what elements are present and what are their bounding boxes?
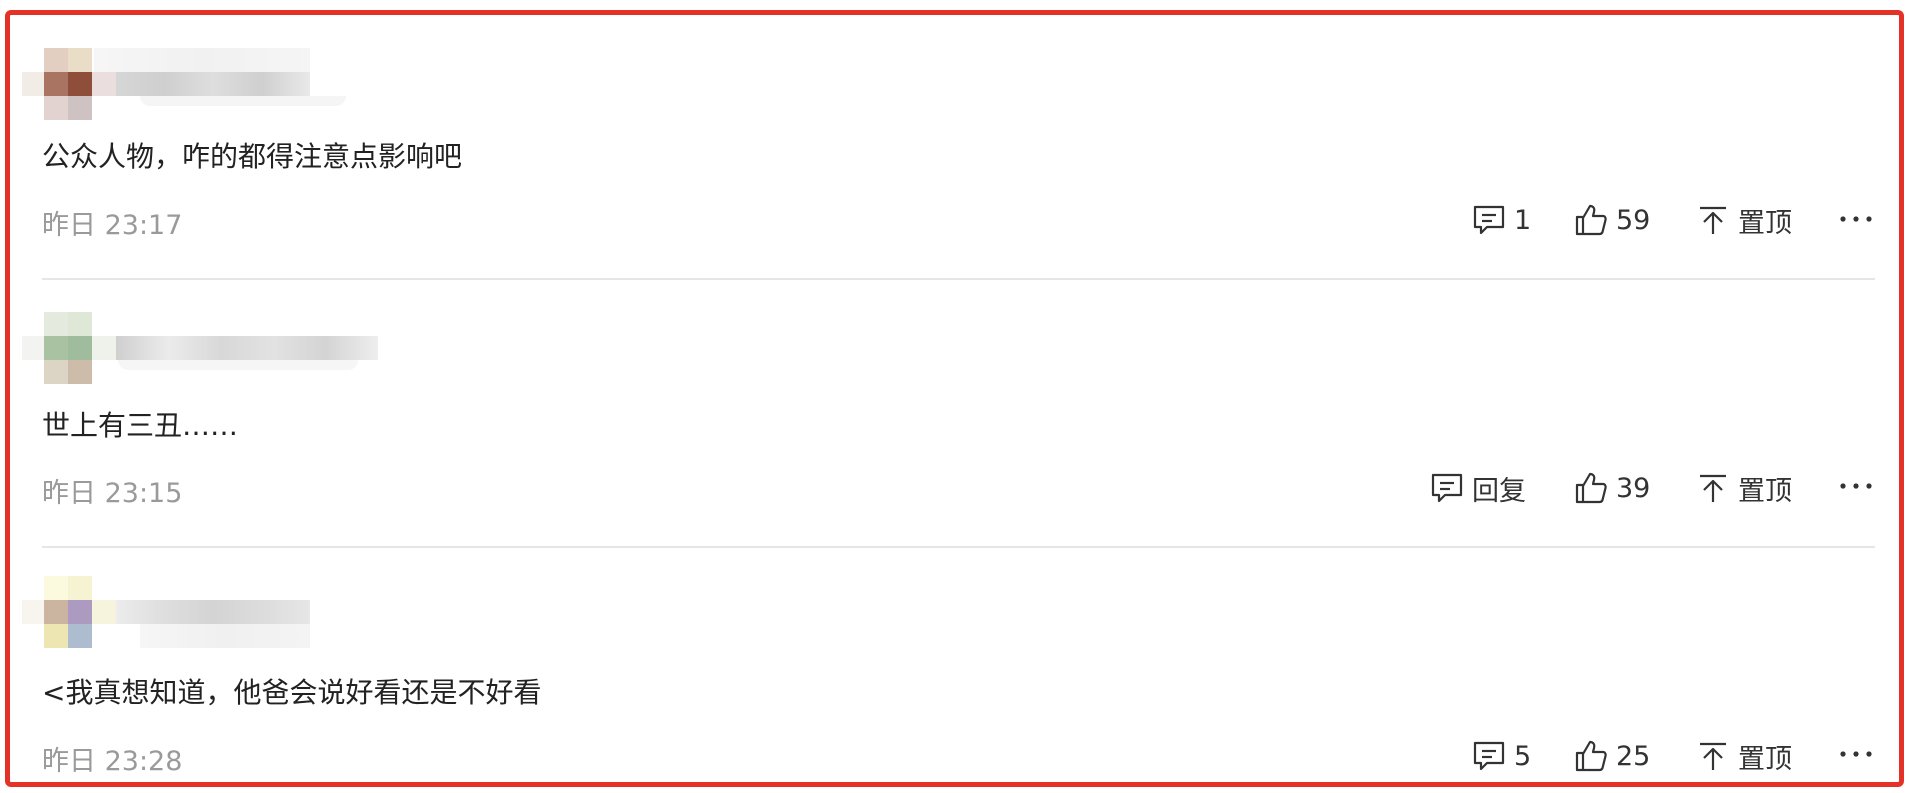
pixelated-avatar-and-username (22, 48, 362, 122)
like-count: 39 (1616, 472, 1651, 504)
comment-time: 昨日 23:15 (42, 478, 183, 509)
comment-divider (42, 546, 1875, 548)
pin-button[interactable]: 置顶 (1696, 468, 1792, 508)
pin-label: 置顶 (1738, 743, 1792, 775)
more-horizontal-icon (1838, 214, 1874, 224)
reply-button[interactable]: 5 (1472, 736, 1531, 776)
like-button[interactable]: 25 (1574, 736, 1650, 776)
comment-time: 昨日 23:17 (42, 210, 183, 241)
like-button[interactable]: 39 (1574, 468, 1650, 508)
pin-label: 置顶 (1738, 475, 1792, 507)
more-options-button[interactable] (1834, 734, 1878, 774)
thumbs-up-icon (1574, 203, 1608, 237)
pixelated-avatar-and-username (22, 576, 362, 650)
pin-button[interactable]: 置顶 (1696, 736, 1792, 776)
pin-to-top-icon (1696, 203, 1730, 237)
reply-label: 回复 (1472, 475, 1526, 507)
comment-bubble-icon (1430, 471, 1464, 505)
reply-count: 1 (1514, 204, 1532, 236)
comment-divider (42, 278, 1875, 280)
like-button[interactable]: 59 (1574, 200, 1650, 240)
like-count: 59 (1616, 204, 1651, 236)
comment-bubble-icon (1472, 739, 1506, 773)
more-horizontal-icon (1838, 749, 1874, 759)
thumbs-up-icon (1574, 739, 1608, 773)
comment-text: 世上有三丑…… (42, 409, 239, 442)
like-count: 25 (1616, 740, 1651, 772)
comment-text: <我真想知道，他爸会说好看还是不好看 (42, 676, 542, 709)
pin-to-top-icon (1696, 739, 1730, 773)
pixelated-avatar-and-username (22, 312, 378, 386)
pin-to-top-icon (1696, 471, 1730, 505)
more-options-button[interactable] (1834, 199, 1878, 239)
more-options-button[interactable] (1834, 466, 1878, 506)
reply-button[interactable]: 回复 (1430, 468, 1526, 508)
comment-bubble-icon (1472, 203, 1506, 237)
thumbs-up-icon (1574, 471, 1608, 505)
comment-time: 昨日 23:28 (42, 746, 183, 777)
reply-button[interactable]: 1 (1472, 200, 1531, 240)
pin-label: 置顶 (1738, 207, 1792, 239)
more-horizontal-icon (1838, 481, 1874, 491)
reply-count: 5 (1514, 740, 1532, 772)
pin-button[interactable]: 置顶 (1696, 200, 1792, 240)
comment-text: 公众人物，咋的都得注意点影响吧 (42, 140, 463, 173)
